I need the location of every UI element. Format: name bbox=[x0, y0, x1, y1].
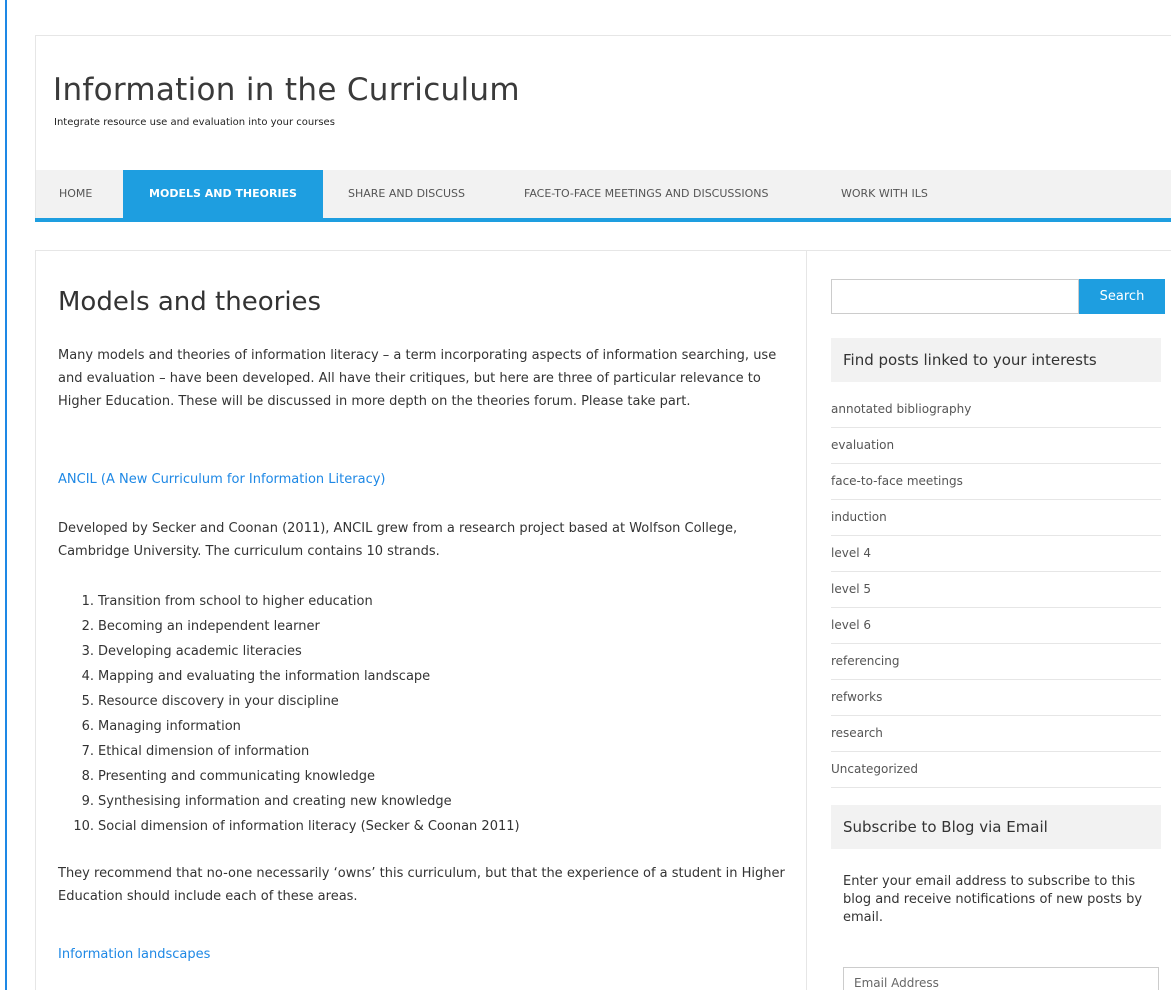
tag-link-level-5[interactable]: level 5 bbox=[831, 572, 1161, 608]
tag-link-level-4[interactable]: level 4 bbox=[831, 536, 1161, 572]
site-tagline: Integrate resource use and evaluation in… bbox=[54, 117, 335, 128]
email-field[interactable] bbox=[843, 967, 1159, 990]
tag-link-refworks[interactable]: refworks bbox=[831, 680, 1161, 716]
tags-widget-title: Find posts linked to your interests bbox=[831, 338, 1161, 382]
subscribe-description: Enter your email address to subscribe to… bbox=[843, 874, 1143, 925]
list-item: 3. Developing academic literacies bbox=[81, 644, 302, 659]
tag-list: annotated bibliography evaluation face-t… bbox=[831, 392, 1161, 788]
list-item: 7. Ethical dimension of information bbox=[81, 744, 310, 759]
sidebar: Search Find posts linked to your interes… bbox=[807, 250, 1171, 990]
list-item: 6. Managing information bbox=[81, 719, 241, 734]
list-item: 4. Mapping and evaluating the information… bbox=[81, 669, 431, 684]
page-title: Models and theories bbox=[58, 287, 322, 317]
site-title[interactable]: Information in the Curriculum bbox=[53, 72, 520, 108]
list-item: 1. Transition from school to higher educa… bbox=[81, 594, 373, 609]
ancil-description: Developed by Secker and Coonan (2011), A… bbox=[58, 521, 738, 559]
tag-link-annotated-bibliography[interactable]: annotated bibliography bbox=[831, 392, 1161, 428]
subscribe-widget-title: Subscribe to Blog via Email bbox=[831, 805, 1161, 849]
tag-link-research[interactable]: research bbox=[831, 716, 1161, 752]
list-item: 2. Becoming an independent learner bbox=[81, 619, 320, 634]
tag-link-evaluation[interactable]: evaluation bbox=[831, 428, 1161, 464]
tag-link-uncategorized[interactable]: Uncategorized bbox=[831, 752, 1161, 788]
nav-item-work-with-ils[interactable]: WORK WITH ILS bbox=[841, 170, 928, 218]
intro-paragraph: Many models and theories of information … bbox=[58, 348, 777, 409]
nav-item-face-to-face-meetings[interactable]: FACE-TO-FACE MEETINGS AND DISCUSSIONS bbox=[524, 170, 768, 218]
main-content: Models and theories Many models and theo… bbox=[35, 250, 807, 990]
page: Information in the Curriculum Integrate … bbox=[0, 0, 1171, 990]
tag-link-referencing[interactable]: referencing bbox=[831, 644, 1161, 680]
information-landscapes-link[interactable]: Information landscapes bbox=[58, 947, 210, 962]
nav-item-models-and-theories[interactable]: MODELS AND THEORIES bbox=[123, 170, 323, 218]
nav-item-share-and-discuss[interactable]: SHARE AND DISCUSS bbox=[348, 170, 465, 218]
list-item: 9. Synthesising information and creating … bbox=[81, 794, 452, 809]
tag-link-level-6[interactable]: level 6 bbox=[831, 608, 1161, 644]
list-item: 10. Social dimension of information liter… bbox=[73, 819, 520, 834]
nav-accent-bar bbox=[35, 218, 1171, 222]
site-header: Information in the Curriculum Integrate … bbox=[35, 35, 1171, 170]
search-button[interactable]: Search bbox=[1079, 279, 1165, 314]
tag-link-face-to-face-meetings[interactable]: face-to-face meetings bbox=[831, 464, 1161, 500]
recommend-paragraph: They recommend that no-one necessarily ‘… bbox=[58, 866, 785, 904]
tag-link-induction[interactable]: induction bbox=[831, 500, 1161, 536]
ancil-link[interactable]: ANCIL (A New Curriculum for Information … bbox=[58, 472, 385, 487]
list-item: 8. Presenting and communicating knowledge bbox=[81, 769, 376, 784]
main-nav: HOME MODELS AND THEORIES SHARE AND DISCU… bbox=[35, 170, 1171, 218]
left-border-line bbox=[5, 0, 7, 990]
nav-item-home[interactable]: HOME bbox=[59, 170, 92, 218]
list-item: 5. Resource discovery in your discipline bbox=[81, 694, 339, 709]
search-input[interactable] bbox=[831, 279, 1079, 314]
ancil-strands-list: 1. Transition from school to higher educa… bbox=[58, 589, 520, 839]
